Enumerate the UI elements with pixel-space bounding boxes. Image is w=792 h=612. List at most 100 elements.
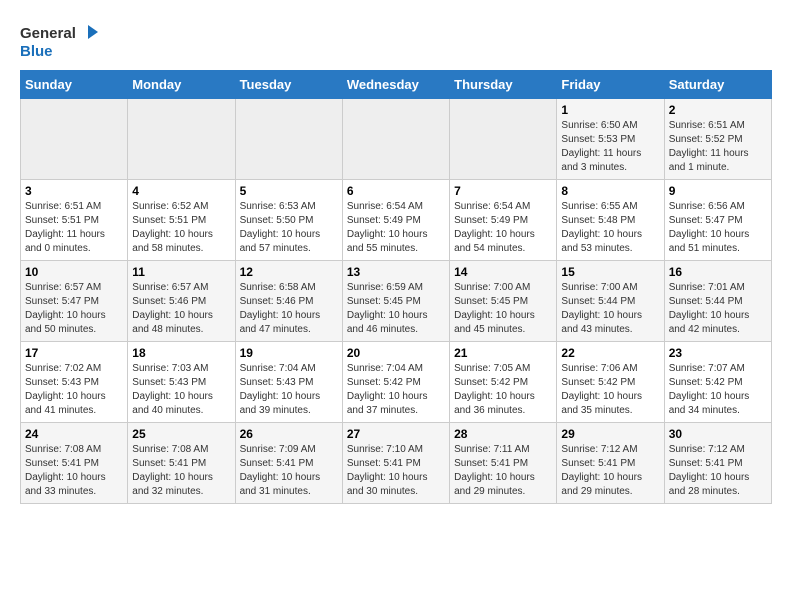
day-info: Sunrise: 6:54 AM Sunset: 5:49 PM Dayligh…: [347, 200, 445, 256]
day-number: 18: [132, 346, 230, 360]
calendar-week-3: 10 Sunrise: 6:57 AM Sunset: 5:47 PM Dayli…: [21, 261, 772, 342]
calendar-week-2: 3 Sunrise: 6:51 AM Sunset: 5:51 PM Daylig…: [21, 180, 772, 261]
day-number: 14: [454, 265, 552, 279]
day-number: 1: [561, 103, 659, 117]
day-info: Sunrise: 6:52 AM Sunset: 5:51 PM Dayligh…: [132, 200, 230, 256]
calendar-cell: 3 Sunrise: 6:51 AM Sunset: 5:51 PM Daylig…: [21, 180, 128, 261]
day-number: 5: [240, 184, 338, 198]
day-header-thursday: Thursday: [450, 71, 557, 99]
day-number: 29: [561, 427, 659, 441]
calendar-week-5: 24 Sunrise: 7:08 AM Sunset: 5:41 PM Dayli…: [21, 423, 772, 504]
calendar-cell: 8Sunrise: 6:55 AM Sunset: 5:48 PM Daylig…: [557, 180, 664, 261]
day-number: 24: [25, 427, 123, 441]
day-info: Sunrise: 7:00 AM Sunset: 5:44 PM Dayligh…: [561, 281, 659, 337]
day-number: 13: [347, 265, 445, 279]
day-info: Sunrise: 6:57 AM Sunset: 5:47 PM Dayligh…: [25, 281, 123, 337]
day-number: 9: [669, 184, 767, 198]
day-number: 25: [132, 427, 230, 441]
calendar-cell: [235, 99, 342, 180]
day-info: Sunrise: 7:04 AM Sunset: 5:43 PM Dayligh…: [240, 362, 338, 418]
calendar-cell: 25 Sunrise: 7:08 AM Sunset: 5:41 PM Dayli…: [128, 423, 235, 504]
day-header-wednesday: Wednesday: [342, 71, 449, 99]
day-number: 11: [132, 265, 230, 279]
calendar-cell: 12 Sunrise: 6:58 AM Sunset: 5:46 PM Dayli…: [235, 261, 342, 342]
day-number: 15: [561, 265, 659, 279]
day-info: Sunrise: 6:54 AM Sunset: 5:49 PM Dayligh…: [454, 200, 552, 256]
calendar-cell: 30Sunrise: 7:12 AM Sunset: 5:41 PM Dayli…: [664, 423, 771, 504]
day-info: Sunrise: 6:51 AM Sunset: 5:51 PM Dayligh…: [25, 200, 123, 256]
day-header-saturday: Saturday: [664, 71, 771, 99]
day-header-sunday: Sunday: [21, 71, 128, 99]
day-info: Sunrise: 7:01 AM Sunset: 5:44 PM Dayligh…: [669, 281, 767, 337]
calendar-cell: 27 Sunrise: 7:10 AM Sunset: 5:41 PM Dayli…: [342, 423, 449, 504]
day-number: 16: [669, 265, 767, 279]
calendar-cell: 23 Sunrise: 7:07 AM Sunset: 5:42 PM Dayli…: [664, 342, 771, 423]
calendar-cell: 18Sunrise: 7:03 AM Sunset: 5:43 PM Dayli…: [128, 342, 235, 423]
day-info: Sunrise: 7:12 AM Sunset: 5:41 PM Dayligh…: [669, 443, 767, 499]
day-info: Sunrise: 7:06 AM Sunset: 5:42 PM Dayligh…: [561, 362, 659, 418]
calendar-cell: 24 Sunrise: 7:08 AM Sunset: 5:41 PM Dayli…: [21, 423, 128, 504]
calendar-cell: 22 Sunrise: 7:06 AM Sunset: 5:42 PM Dayli…: [557, 342, 664, 423]
day-info: Sunrise: 7:10 AM Sunset: 5:41 PM Dayligh…: [347, 443, 445, 499]
calendar-cell: 6 Sunrise: 6:54 AM Sunset: 5:49 PM Daylig…: [342, 180, 449, 261]
day-number: 3: [25, 184, 123, 198]
day-info: Sunrise: 7:11 AM Sunset: 5:41 PM Dayligh…: [454, 443, 552, 499]
day-info: Sunrise: 7:08 AM Sunset: 5:41 PM Dayligh…: [25, 443, 123, 499]
day-number: 4: [132, 184, 230, 198]
day-info: Sunrise: 6:56 AM Sunset: 5:47 PM Dayligh…: [669, 200, 767, 256]
calendar-cell: 19Sunrise: 7:04 AM Sunset: 5:43 PM Dayli…: [235, 342, 342, 423]
calendar-cell: 1Sunrise: 6:50 AM Sunset: 5:53 PM Daylig…: [557, 99, 664, 180]
day-info: Sunrise: 6:58 AM Sunset: 5:46 PM Dayligh…: [240, 281, 338, 337]
day-number: 20: [347, 346, 445, 360]
day-info: Sunrise: 6:59 AM Sunset: 5:45 PM Dayligh…: [347, 281, 445, 337]
day-number: 2: [669, 103, 767, 117]
calendar-cell: 15 Sunrise: 7:00 AM Sunset: 5:44 PM Dayli…: [557, 261, 664, 342]
logo-svg: General Blue: [20, 20, 100, 60]
calendar-cell: 2Sunrise: 6:51 AM Sunset: 5:52 PM Daylig…: [664, 99, 771, 180]
calendar-week-1: 1Sunrise: 6:50 AM Sunset: 5:53 PM Daylig…: [21, 99, 772, 180]
calendar-cell: 26Sunrise: 7:09 AM Sunset: 5:41 PM Dayli…: [235, 423, 342, 504]
calendar-table: SundayMondayTuesdayWednesdayThursdayFrid…: [20, 70, 772, 504]
calendar-cell: [21, 99, 128, 180]
calendar-header-row: SundayMondayTuesdayWednesdayThursdayFrid…: [21, 71, 772, 99]
day-number: 17: [25, 346, 123, 360]
day-number: 22: [561, 346, 659, 360]
day-header-friday: Friday: [557, 71, 664, 99]
calendar-cell: 7 Sunrise: 6:54 AM Sunset: 5:49 PM Daylig…: [450, 180, 557, 261]
svg-text:Blue: Blue: [20, 43, 53, 60]
calendar-cell: 11Sunrise: 6:57 AM Sunset: 5:46 PM Dayli…: [128, 261, 235, 342]
day-info: Sunrise: 7:08 AM Sunset: 5:41 PM Dayligh…: [132, 443, 230, 499]
calendar-cell: 10 Sunrise: 6:57 AM Sunset: 5:47 PM Dayli…: [21, 261, 128, 342]
calendar-cell: 16 Sunrise: 7:01 AM Sunset: 5:44 PM Dayli…: [664, 261, 771, 342]
day-number: 7: [454, 184, 552, 198]
day-number: 10: [25, 265, 123, 279]
day-number: 12: [240, 265, 338, 279]
day-info: Sunrise: 7:00 AM Sunset: 5:45 PM Dayligh…: [454, 281, 552, 337]
day-number: 26: [240, 427, 338, 441]
day-info: Sunrise: 7:05 AM Sunset: 5:42 PM Dayligh…: [454, 362, 552, 418]
day-info: Sunrise: 7:12 AM Sunset: 5:41 PM Dayligh…: [561, 443, 659, 499]
day-info: Sunrise: 6:55 AM Sunset: 5:48 PM Dayligh…: [561, 200, 659, 256]
calendar-cell: 14 Sunrise: 7:00 AM Sunset: 5:45 PM Dayli…: [450, 261, 557, 342]
day-info: Sunrise: 6:53 AM Sunset: 5:50 PM Dayligh…: [240, 200, 338, 256]
day-number: 6: [347, 184, 445, 198]
day-number: 23: [669, 346, 767, 360]
day-number: 27: [347, 427, 445, 441]
day-info: Sunrise: 7:02 AM Sunset: 5:43 PM Dayligh…: [25, 362, 123, 418]
day-info: Sunrise: 7:07 AM Sunset: 5:42 PM Dayligh…: [669, 362, 767, 418]
calendar-cell: 4 Sunrise: 6:52 AM Sunset: 5:51 PM Daylig…: [128, 180, 235, 261]
day-header-tuesday: Tuesday: [235, 71, 342, 99]
calendar-cell: [342, 99, 449, 180]
day-number: 28: [454, 427, 552, 441]
day-info: Sunrise: 7:04 AM Sunset: 5:42 PM Dayligh…: [347, 362, 445, 418]
page-header: General Blue: [20, 20, 772, 60]
calendar-cell: 21Sunrise: 7:05 AM Sunset: 5:42 PM Dayli…: [450, 342, 557, 423]
calendar-cell: 20 Sunrise: 7:04 AM Sunset: 5:42 PM Dayli…: [342, 342, 449, 423]
calendar-cell: [450, 99, 557, 180]
calendar-cell: 29 Sunrise: 7:12 AM Sunset: 5:41 PM Dayli…: [557, 423, 664, 504]
calendar-cell: 17 Sunrise: 7:02 AM Sunset: 5:43 PM Dayli…: [21, 342, 128, 423]
calendar-cell: 13 Sunrise: 6:59 AM Sunset: 5:45 PM Dayli…: [342, 261, 449, 342]
calendar-week-4: 17 Sunrise: 7:02 AM Sunset: 5:43 PM Dayli…: [21, 342, 772, 423]
logo: General Blue: [20, 20, 100, 60]
day-header-monday: Monday: [128, 71, 235, 99]
